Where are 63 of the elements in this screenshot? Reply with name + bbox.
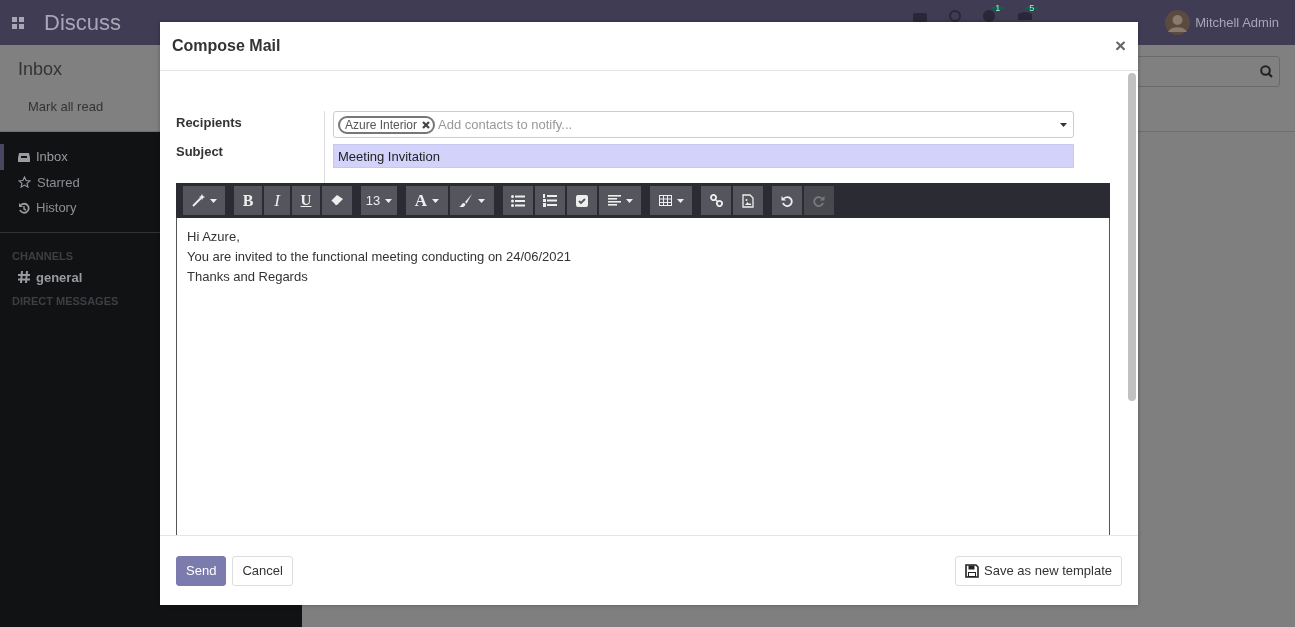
caret-icon (625, 198, 633, 203)
table-tool-button[interactable] (649, 185, 693, 216)
numbered-list-icon (543, 194, 557, 207)
caret-icon (209, 198, 217, 203)
count-badge: 1 (991, 7, 1005, 9)
message-line: You are invited to the functional meeting conducting on 24/06/2021 (187, 248, 572, 266)
inbox-icon (18, 151, 30, 163)
image-icon (742, 193, 754, 208)
align-left-icon (607, 195, 621, 206)
subject-field[interactable]: Meeting Invitation (333, 144, 1074, 168)
eraser-icon (330, 195, 344, 206)
recipient-tag[interactable]: Azure Interior (338, 115, 436, 134)
undo-tool-button[interactable] (771, 185, 803, 216)
link-tool-button[interactable] (700, 185, 732, 216)
field-label: Recipients (176, 115, 242, 130)
brush-tool-button[interactable] (449, 185, 495, 216)
undo-icon (781, 194, 793, 207)
save-template-button[interactable]: Save as new template (955, 555, 1122, 586)
ul-tool-button[interactable] (502, 185, 534, 216)
magic-tool-button[interactable] (182, 185, 226, 216)
scrollbar[interactable] (1128, 73, 1136, 401)
message-line: Thanks and Regards (187, 268, 308, 286)
redo-icon (813, 194, 825, 207)
eraser-tool-button[interactable] (321, 185, 353, 216)
apps-grid-icon (12, 16, 24, 29)
checkbox-icon (576, 194, 588, 207)
star-icon (18, 176, 31, 189)
caret-icon (432, 198, 440, 203)
remove-icon (422, 120, 431, 129)
ol-tool-button[interactable] (534, 185, 566, 216)
check-tool-button[interactable] (566, 185, 598, 216)
count-badge: 5 (1025, 7, 1039, 9)
hash-icon (18, 271, 30, 283)
italic-tool-button[interactable]: I (263, 185, 291, 216)
bold-tool-button[interactable]: B (233, 185, 263, 216)
recipients-field[interactable]: Azure Interior Add contacts to notify... (333, 111, 1074, 138)
page-title: Inbox (18, 59, 63, 80)
app-title: Discuss (44, 9, 121, 36)
link-icon (709, 194, 723, 207)
close-button[interactable]: × (1114, 35, 1126, 57)
send-button[interactable]: Send (176, 555, 227, 586)
color-tool-button[interactable]: A (405, 185, 449, 216)
field-label: Subject (176, 144, 223, 159)
caret-icon (478, 198, 485, 203)
align-tool-button[interactable] (598, 185, 642, 216)
history-icon (18, 201, 30, 214)
brush-icon (459, 194, 473, 207)
caret-icon (676, 198, 684, 203)
magic-wand-icon (191, 194, 205, 207)
cancel-button[interactable]: Cancel (232, 555, 293, 586)
user-menu[interactable]: Mitchell Admin (1165, 10, 1279, 35)
search-icon (1260, 65, 1273, 78)
bullet-list-icon (511, 194, 525, 207)
caret-icon (1060, 122, 1067, 127)
fontsize-tool-button[interactable]: 13 (360, 185, 398, 216)
dialog-title: Compose Mail (172, 37, 281, 55)
picture-tool-button[interactable] (732, 185, 764, 216)
avatar-icon (1165, 10, 1191, 35)
caret-icon (385, 198, 393, 203)
table-icon (658, 195, 672, 206)
mark-all-read-link[interactable]: Mark all read (28, 99, 104, 114)
message-line: Hi Azure, (187, 228, 240, 246)
underline-tool-button[interactable]: U (291, 185, 321, 216)
